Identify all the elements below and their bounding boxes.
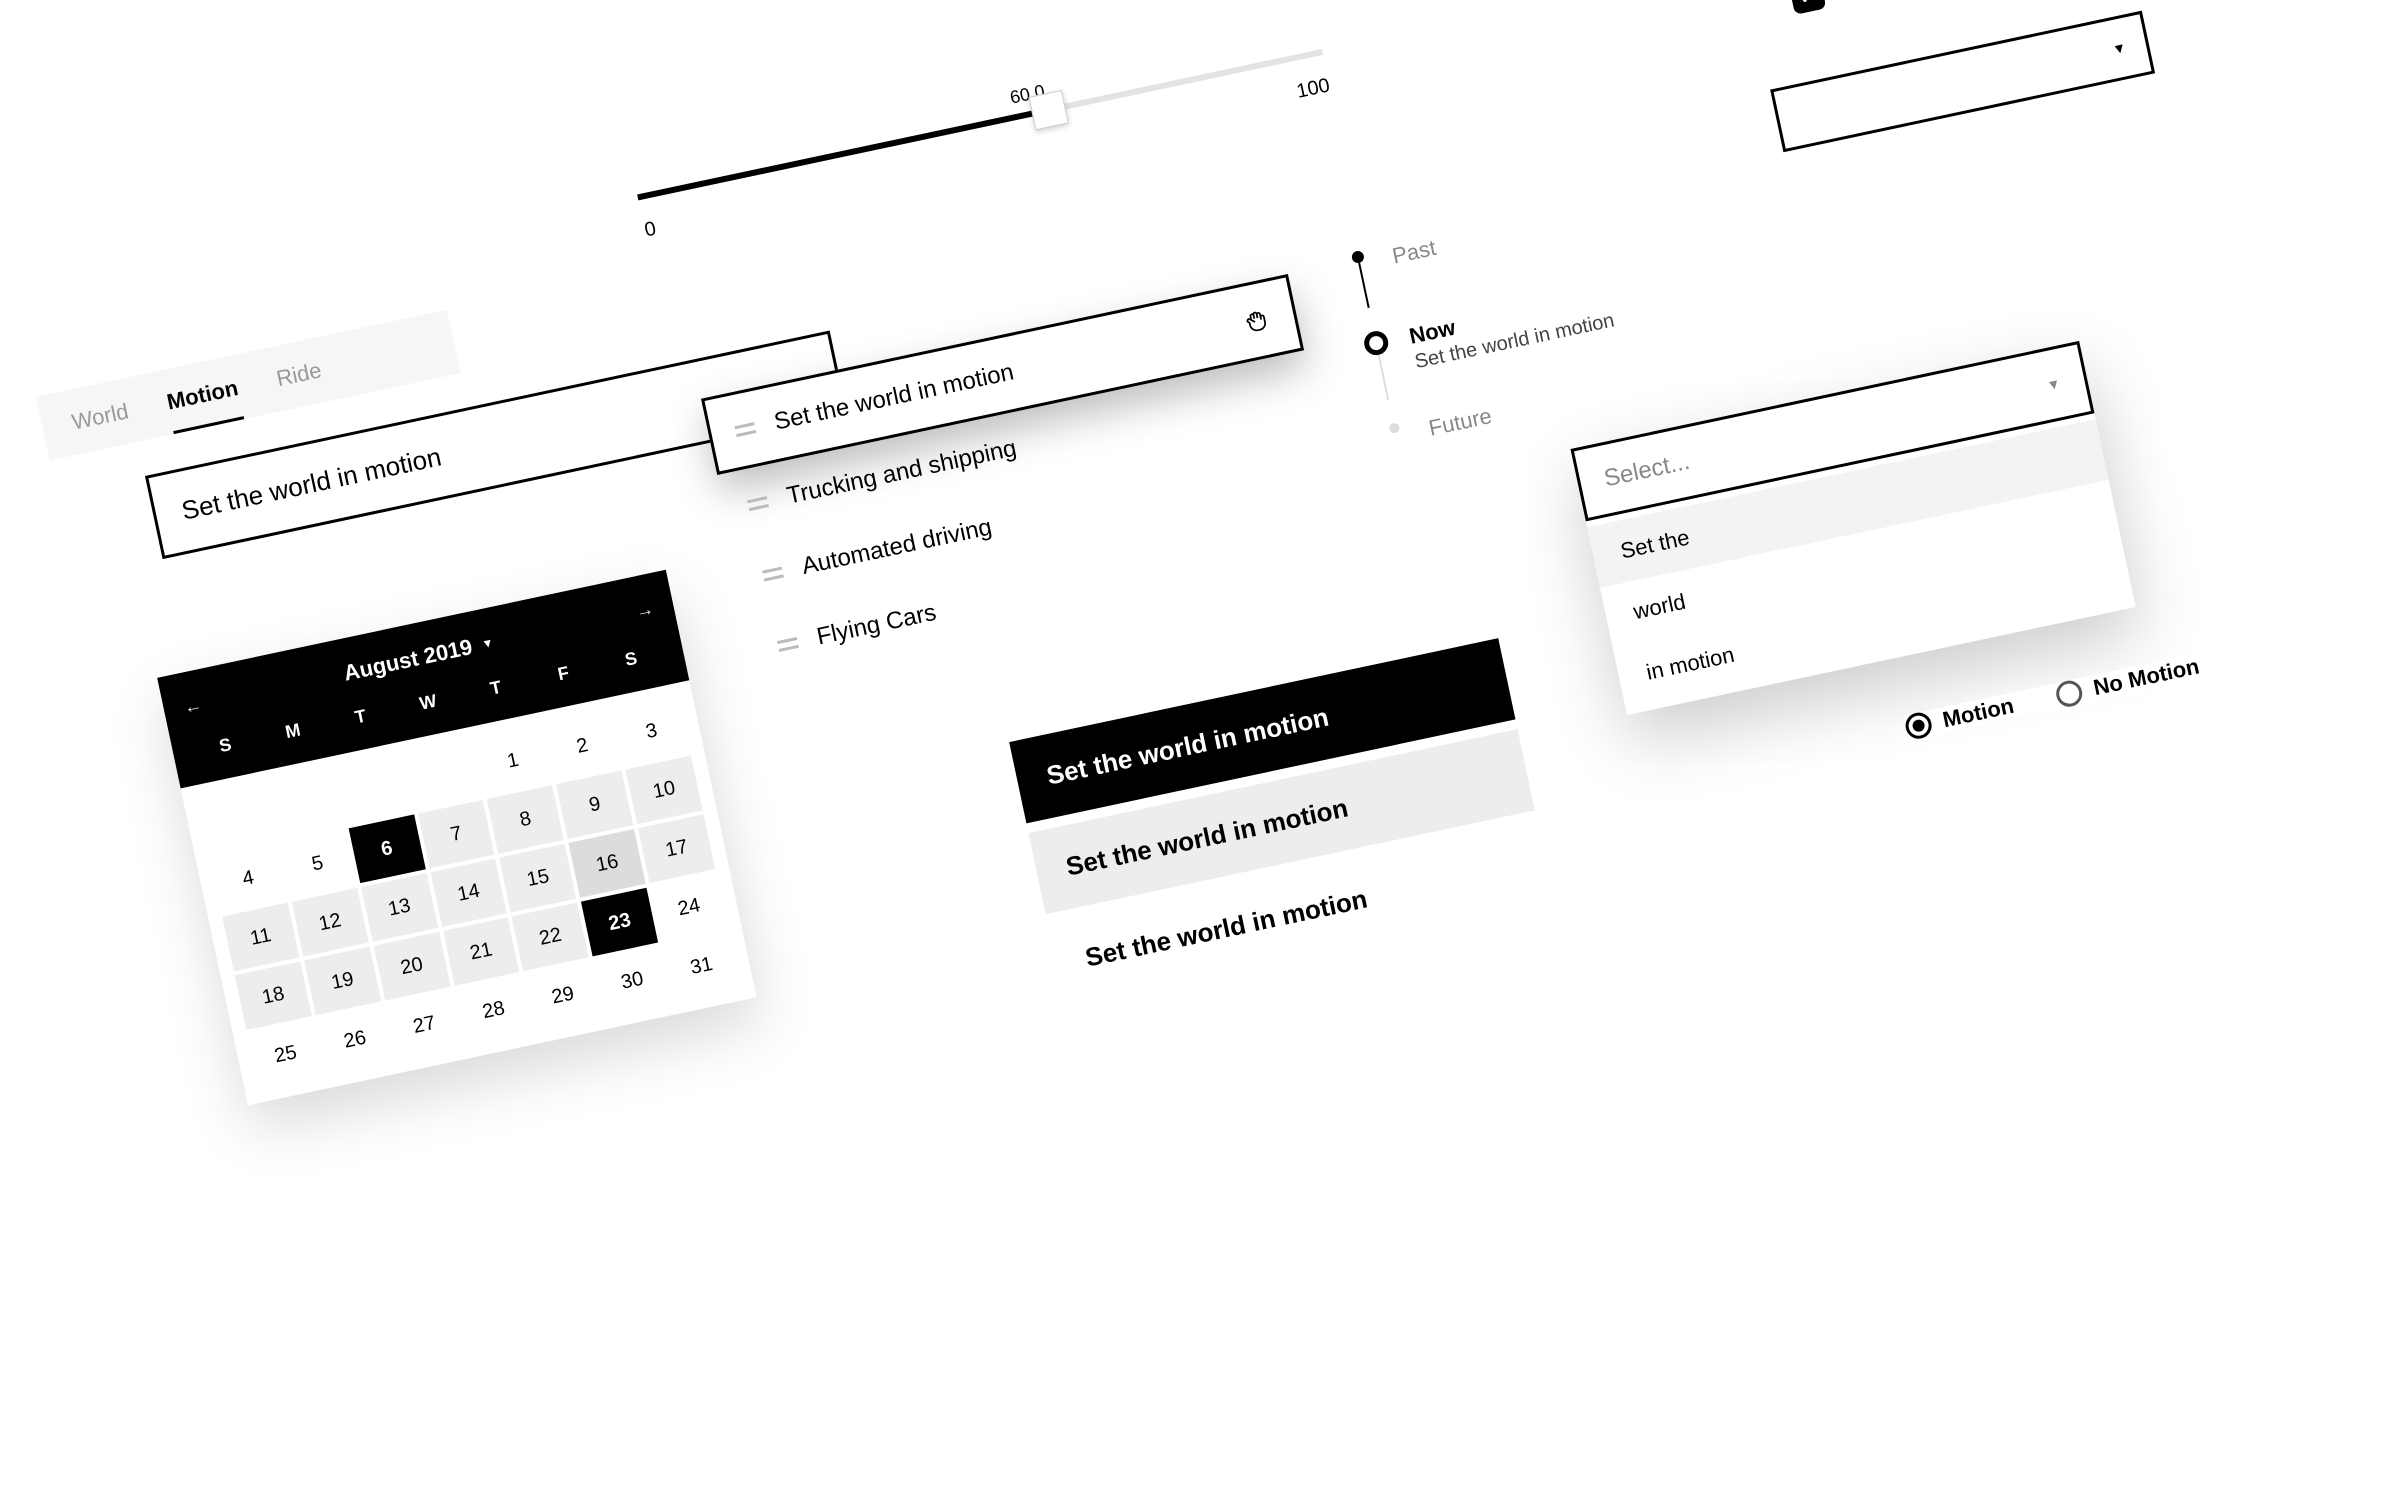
radio-label: No Motion bbox=[2091, 653, 2202, 701]
drag-handle-icon[interactable] bbox=[747, 496, 769, 511]
tab-motion[interactable]: Motion bbox=[165, 375, 245, 434]
day-cell[interactable]: 16 bbox=[569, 829, 646, 898]
day-cell[interactable]: 7 bbox=[418, 800, 495, 869]
day-blank bbox=[197, 785, 274, 854]
timeline-step-title: Past bbox=[1390, 235, 1438, 270]
tab-ride[interactable]: Ride bbox=[274, 357, 328, 410]
day-cell[interactable]: 19 bbox=[304, 947, 381, 1016]
radio-label: Motion bbox=[1940, 693, 2016, 733]
slider-min-label: 0 bbox=[643, 218, 659, 243]
day-blank bbox=[336, 756, 413, 825]
radio-option[interactable]: No Motion bbox=[2054, 653, 2202, 709]
radio-icon[interactable] bbox=[1903, 710, 1934, 741]
weekday-label: M bbox=[259, 714, 327, 748]
weekday-label: W bbox=[394, 686, 462, 720]
day-cell[interactable]: 26 bbox=[316, 1005, 393, 1074]
weekday-label: S bbox=[191, 729, 259, 763]
list-item-label: Flying Cars bbox=[814, 599, 939, 652]
day-cell[interactable]: 6 bbox=[348, 815, 425, 884]
radio-icon[interactable] bbox=[2054, 678, 2085, 709]
timeline-rail bbox=[1362, 329, 1400, 402]
weekday-label: T bbox=[327, 700, 395, 734]
tab-world[interactable]: World bbox=[70, 398, 135, 454]
next-month-icon[interactable]: → bbox=[634, 598, 656, 622]
slider[interactable]: 60.0 0 100 bbox=[632, 23, 1333, 243]
grab-cursor-icon bbox=[1241, 305, 1272, 336]
checkbox-checked-icon[interactable]: ✓ bbox=[1788, 0, 1826, 15]
day-cell[interactable]: 9 bbox=[556, 770, 633, 839]
day-cell[interactable]: 2 bbox=[544, 712, 621, 781]
timeline-rail bbox=[1345, 249, 1381, 311]
drag-handle-icon[interactable] bbox=[762, 566, 784, 581]
day-cell[interactable]: 10 bbox=[626, 756, 703, 825]
timeline-dot-icon bbox=[1388, 422, 1400, 434]
radio-group: Motion No Motion bbox=[1903, 653, 2201, 741]
day-cell[interactable]: 27 bbox=[386, 991, 463, 1060]
compact-dropdown[interactable]: ▼ bbox=[1770, 11, 2155, 153]
day-cell[interactable]: 28 bbox=[455, 976, 532, 1045]
radio-option[interactable]: Motion bbox=[1903, 693, 2016, 741]
prev-month-icon[interactable]: ← bbox=[182, 694, 204, 718]
timeline-connector bbox=[1358, 263, 1370, 308]
datepicker[interactable]: ← August 2019 ▼ → SMTWTFS 12345678910111… bbox=[157, 570, 756, 1106]
day-cell[interactable]: 18 bbox=[235, 961, 312, 1030]
day-cell[interactable]: 11 bbox=[222, 903, 299, 972]
day-cell[interactable]: 15 bbox=[499, 844, 576, 913]
weekday-label: F bbox=[529, 657, 597, 691]
day-cell[interactable]: 20 bbox=[373, 932, 450, 1001]
day-cell[interactable]: 13 bbox=[361, 873, 438, 942]
day-cell[interactable]: 17 bbox=[638, 814, 715, 883]
chevron-down-icon: ▼ bbox=[2045, 375, 2062, 394]
button-stack: Set the world in motion Set the world in… bbox=[1009, 638, 1556, 1015]
checkbox-row[interactable]: ✓ Set the world in motion bbox=[1788, 0, 2078, 15]
reorderable-list: Set the world in motionTrucking and ship… bbox=[701, 274, 1349, 686]
day-cell[interactable]: 22 bbox=[512, 902, 589, 971]
chevron-down-icon: ▼ bbox=[2111, 39, 2128, 58]
day-blank bbox=[405, 741, 482, 810]
day-cell[interactable]: 8 bbox=[487, 785, 564, 854]
radio-inner-icon bbox=[1911, 719, 1925, 733]
slider-max-label: 100 bbox=[1295, 74, 1332, 103]
drag-handle-icon[interactable] bbox=[777, 637, 799, 652]
drag-handle-icon[interactable] bbox=[734, 422, 756, 437]
slider-track[interactable] bbox=[637, 49, 1323, 200]
day-cell[interactable]: 1 bbox=[474, 726, 551, 795]
day-cell[interactable]: 29 bbox=[524, 961, 601, 1030]
day-cell[interactable]: 14 bbox=[430, 858, 507, 927]
day-cell[interactable]: 31 bbox=[663, 932, 740, 1001]
day-cell[interactable]: 5 bbox=[279, 829, 356, 898]
day-cell[interactable]: 23 bbox=[581, 888, 658, 957]
slider-thumb[interactable] bbox=[1028, 90, 1068, 130]
datepicker-month-label[interactable]: August 2019 bbox=[341, 634, 474, 687]
timeline-dot-icon bbox=[1362, 329, 1390, 357]
day-cell[interactable]: 4 bbox=[210, 844, 287, 913]
timeline-rail bbox=[1382, 421, 1408, 436]
weekday-label: S bbox=[597, 642, 665, 676]
day-cell[interactable]: 12 bbox=[292, 888, 369, 957]
weekday-label: T bbox=[462, 671, 530, 705]
day-cell[interactable]: 21 bbox=[443, 917, 520, 986]
day-blank bbox=[267, 771, 344, 840]
day-cell[interactable]: 25 bbox=[247, 1020, 324, 1089]
day-cell[interactable]: 3 bbox=[613, 697, 690, 766]
day-cell[interactable]: 30 bbox=[594, 946, 671, 1015]
select-placeholder: Select... bbox=[1602, 448, 1693, 493]
day-cell[interactable]: 24 bbox=[651, 873, 728, 942]
chevron-down-icon[interactable]: ▼ bbox=[480, 635, 495, 651]
checkbox-label: Set the world in motion bbox=[1834, 0, 2077, 2]
timeline-step-title: Future bbox=[1427, 403, 1495, 442]
timeline-connector bbox=[1378, 355, 1390, 400]
